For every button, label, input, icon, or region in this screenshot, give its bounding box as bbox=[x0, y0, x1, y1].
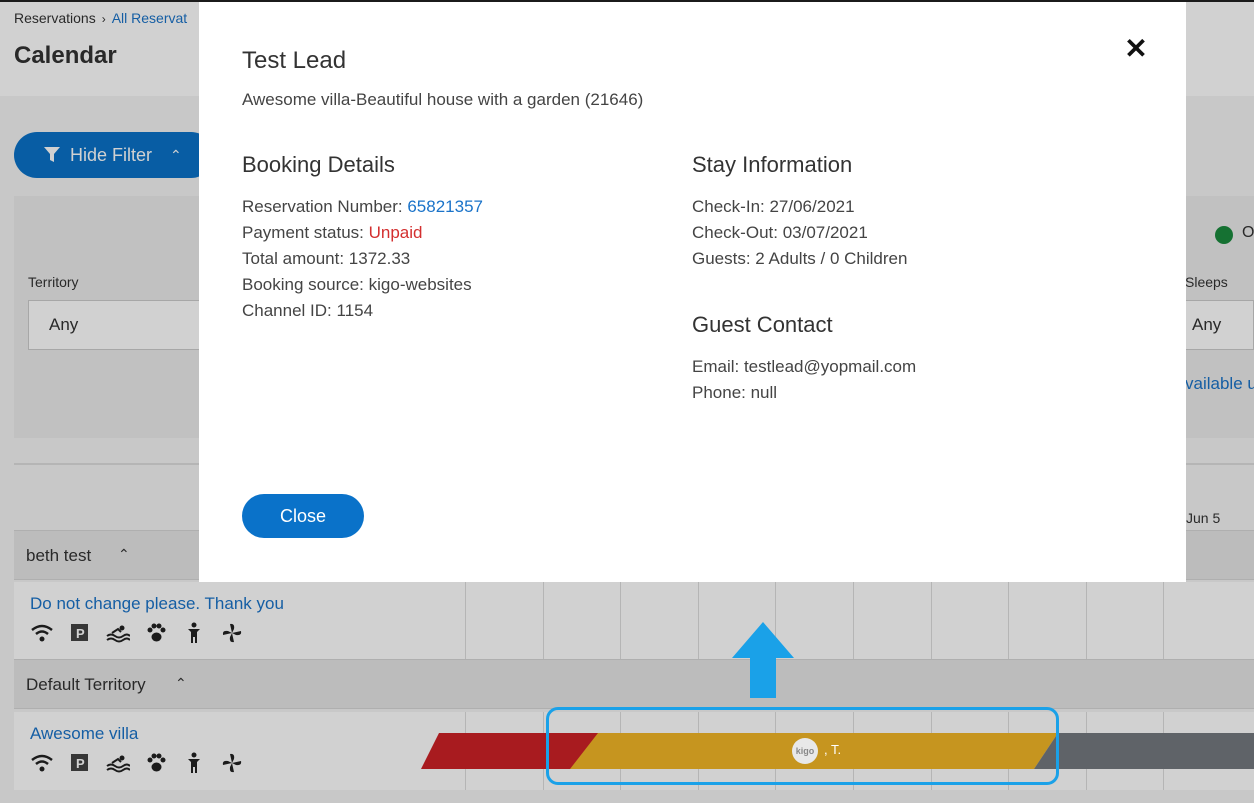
reservation-number-link[interactable]: 65821357 bbox=[407, 197, 483, 216]
booking-details-heading: Booking Details bbox=[242, 152, 395, 177]
payment-status-value: Unpaid bbox=[368, 223, 423, 242]
modal-title: Test Lead bbox=[242, 47, 347, 74]
close-icon[interactable]: ✕ bbox=[1123, 35, 1149, 63]
reservation-bar-blocked[interactable] bbox=[1034, 733, 1254, 769]
check-out: Check-Out: 03/07/2021 bbox=[692, 223, 868, 242]
close-button[interactable]: Close bbox=[242, 494, 364, 538]
stay-information-heading: Stay Information bbox=[692, 152, 853, 177]
check-in: Check-In: 27/06/2021 bbox=[692, 197, 855, 216]
guest-phone: Phone: null bbox=[692, 383, 778, 402]
booking-source: Booking source: kigo-websites bbox=[242, 275, 472, 294]
total-amount: Total amount: 1372.33 bbox=[242, 249, 411, 268]
payment-status-label: Payment status: bbox=[242, 223, 369, 242]
guests: Guests: 2 Adults / 0 Children bbox=[692, 249, 908, 268]
reservation-number-label: Reservation Number: bbox=[242, 197, 408, 216]
channel-id: Channel ID: 1154 bbox=[242, 301, 374, 320]
highlight-box bbox=[546, 707, 1059, 785]
reservation-details-modal: ✕ Test Lead Awesome villa-Beautiful hous… bbox=[199, 2, 1186, 582]
guest-contact-heading: Guest Contact bbox=[692, 312, 833, 337]
guest-email: Email: testlead@yopmail.com bbox=[692, 357, 917, 376]
reservation-number: Reservation Number: 65821357 bbox=[242, 197, 483, 217]
arrow-up-icon bbox=[732, 622, 794, 698]
payment-status: Payment status: Unpaid bbox=[242, 223, 423, 243]
modal-subtitle: Awesome villa-Beautiful house with a gar… bbox=[242, 90, 644, 109]
